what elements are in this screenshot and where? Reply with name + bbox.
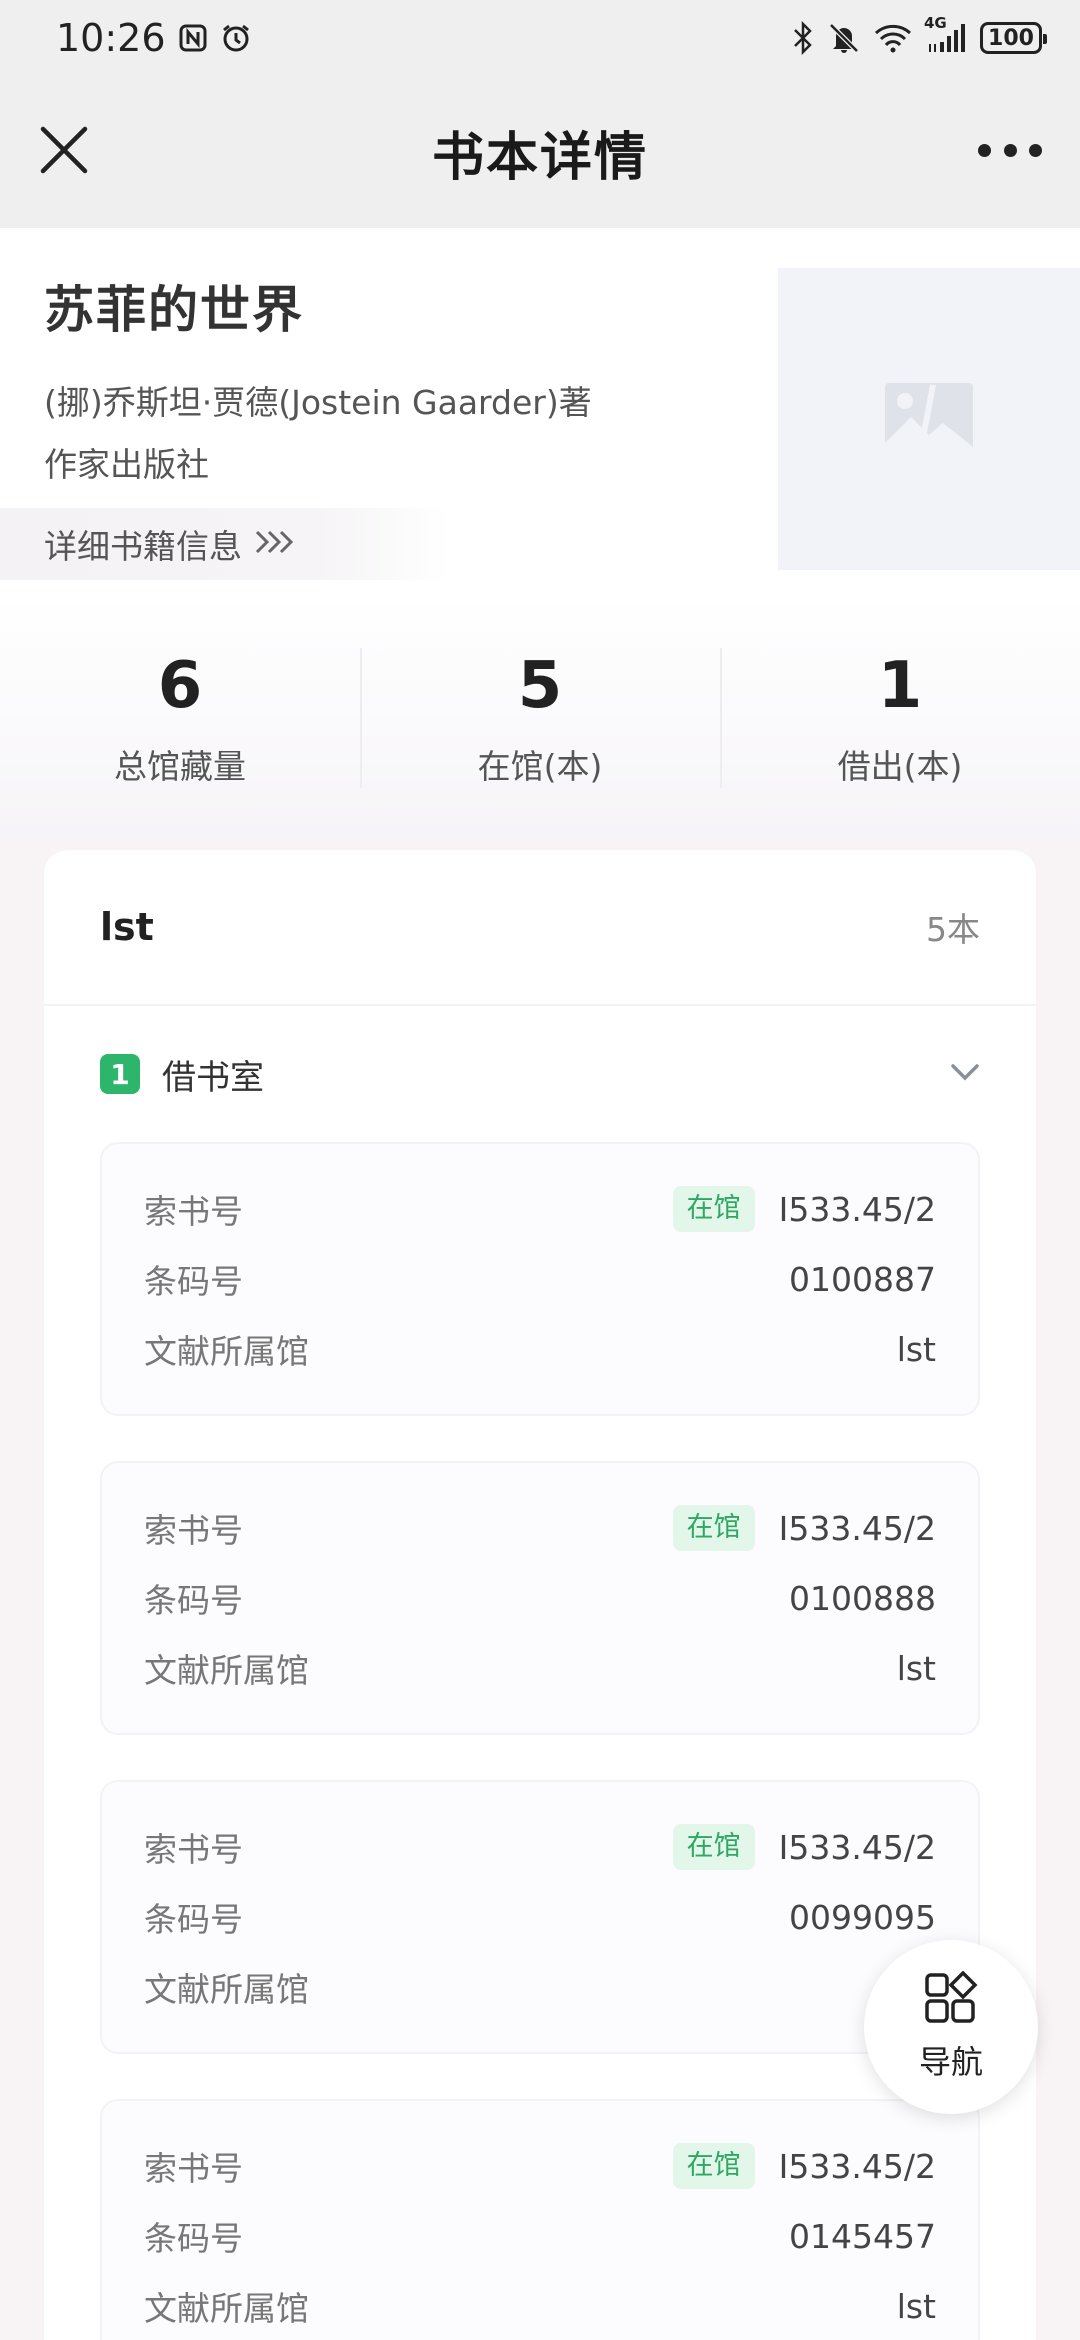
- stat-label: 总馆藏量: [114, 747, 246, 786]
- more-dot: [978, 143, 991, 157]
- copy-card: 索书号 在馆 I533.45/2 条码号 0099095 文献所属馆 lst: [100, 1780, 980, 2054]
- stat-borrowed: 1 借出(本): [720, 598, 1080, 838]
- close-icon[interactable]: [38, 124, 90, 176]
- copy-list: 索书号 在馆 I533.45/2 条码号 0100887 文献所属馆 lst 索…: [44, 1142, 1036, 2340]
- field-label: 文献所属馆: [144, 2289, 309, 2328]
- copy-right: 在馆 I533.45/2: [672, 1186, 936, 1232]
- library-value: lst: [896, 1329, 936, 1369]
- field-label: 索书号: [144, 1192, 243, 1231]
- wifi-icon: [874, 23, 912, 53]
- barcode-value: 0100887: [789, 1259, 936, 1299]
- status-bar: 10:26 4G 100: [0, 0, 1080, 76]
- copy-row-call-number: 索书号 在馆 I533.45/2: [144, 1493, 936, 1563]
- alarm-icon: [220, 22, 252, 54]
- more-icon[interactable]: [978, 138, 1042, 162]
- status-badge: 在馆: [672, 2143, 755, 2189]
- copy-row-call-number: 索书号 在馆 I533.45/2: [144, 2131, 936, 2201]
- copy-row-library: 文献所属馆 lst: [144, 2271, 936, 2340]
- mute-icon: [828, 22, 860, 54]
- copy-card: 索书号 在馆 I533.45/2 条码号 0145457 文献所属馆 lst: [100, 2099, 980, 2340]
- book-cover-placeholder: [778, 268, 1080, 570]
- floating-nav-label: 导航: [918, 2043, 983, 2081]
- field-label: 索书号: [144, 1511, 243, 1550]
- field-label: 文献所属馆: [144, 1332, 309, 1371]
- more-dot: [1003, 143, 1017, 157]
- field-label: 索书号: [144, 2149, 243, 2188]
- bluetooth-icon: [792, 21, 814, 55]
- book-detail-label: 详细书籍信息: [44, 527, 242, 566]
- room-index-badge: 1: [100, 1054, 140, 1094]
- status-badge: 在馆: [672, 1186, 755, 1232]
- field-label: 条码号: [144, 2219, 243, 2258]
- stat-value: 5: [517, 649, 563, 723]
- grid-icon: [923, 1970, 979, 2031]
- signal-icon: 4G: [924, 14, 966, 54]
- floating-nav-button[interactable]: 导航: [864, 1940, 1038, 2114]
- page-title: 书本详情: [431, 127, 648, 188]
- call-number-value: I533.45/2: [778, 2146, 936, 2186]
- copy-right: 在馆 I533.45/2: [672, 1824, 936, 1870]
- field-label: 索书号: [144, 1830, 243, 1869]
- stat-value: 1: [877, 649, 923, 723]
- nav-bar: 书本详情: [0, 76, 1080, 228]
- copy-card: 索书号 在馆 I533.45/2 条码号 0100887 文献所属馆 lst: [100, 1142, 980, 1416]
- library-header: lst 5本: [44, 850, 1036, 1006]
- call-number-value: I533.45/2: [778, 1508, 936, 1548]
- copy-row-call-number: 索书号 在馆 I533.45/2: [144, 1174, 936, 1244]
- room-row[interactable]: 1 借书室: [44, 1006, 1036, 1142]
- field-label: 条码号: [144, 1581, 243, 1620]
- library-value: lst: [896, 1648, 936, 1688]
- library-card: lst 5本 1 借书室 索书号 在馆 I533.45/2 条码号 010088…: [44, 850, 1036, 2340]
- book-author: (挪)乔斯坦·贾德(Jostein Gaarder)著: [44, 383, 592, 422]
- holdings-stats: 6 总馆藏量 5 在馆(本) 1 借出(本): [0, 598, 1080, 838]
- book-title: 苏菲的世界: [44, 281, 304, 339]
- field-label: 条码号: [144, 1262, 243, 1301]
- copy-row-library: 文献所属馆 lst: [144, 1952, 936, 2022]
- library-name: lst: [100, 905, 154, 949]
- library-count: 5本: [926, 910, 980, 949]
- field-label: 文献所属馆: [144, 1970, 309, 2009]
- status-badge: 在馆: [672, 1505, 755, 1551]
- room-name: 借书室: [162, 1057, 264, 1098]
- triple-chevron-right-icon: [254, 529, 298, 559]
- copy-row-barcode: 条码号 0100887: [144, 1244, 936, 1314]
- copy-row-library: 文献所属馆 lst: [144, 1314, 936, 1384]
- copy-row-barcode: 条码号 0099095: [144, 1882, 936, 1952]
- copy-card: 索书号 在馆 I533.45/2 条码号 0100888 文献所属馆 lst: [100, 1461, 980, 1735]
- copy-row-library: 文献所属馆 lst: [144, 1633, 936, 1703]
- room-left: 1 借书室: [100, 1050, 264, 1099]
- image-placeholder-icon: [883, 381, 975, 457]
- call-number-value: I533.45/2: [778, 1189, 936, 1229]
- copy-right: 在馆 I533.45/2: [672, 1505, 936, 1551]
- stat-label: 借出(本): [837, 747, 963, 786]
- status-left: 10:26: [56, 16, 252, 60]
- field-label: 文献所属馆: [144, 1651, 309, 1690]
- book-header: 苏菲的世界 (挪)乔斯坦·贾德(Jostein Gaarder)著 作家出版社 …: [0, 228, 1080, 598]
- book-publisher: 作家出版社: [44, 445, 209, 484]
- copy-row-barcode: 条码号 0100888: [144, 1563, 936, 1633]
- nfc-icon: [178, 23, 208, 53]
- book-detail-link[interactable]: 详细书籍信息: [0, 508, 450, 580]
- barcode-value: 0145457: [789, 2216, 936, 2256]
- status-badge: 在馆: [672, 1824, 755, 1870]
- barcode-value: 0099095: [789, 1897, 936, 1937]
- stat-in-library: 5 在馆(本): [360, 598, 720, 838]
- network-type: 4G: [924, 14, 947, 32]
- copy-row-barcode: 条码号 0145457: [144, 2201, 936, 2271]
- barcode-value: 0100888: [789, 1578, 936, 1618]
- stat-label: 在馆(本): [477, 747, 603, 786]
- copy-right: 在馆 I533.45/2: [672, 2143, 936, 2189]
- call-number-value: I533.45/2: [778, 1827, 936, 1867]
- status-icons: 4G 100: [792, 14, 1047, 55]
- field-label: 条码号: [144, 1900, 243, 1939]
- library-value: lst: [896, 2286, 936, 2326]
- battery-indicator: 100: [980, 22, 1047, 54]
- stat-total: 6 总馆藏量: [0, 598, 360, 838]
- chevron-down-icon[interactable]: [950, 1062, 980, 1086]
- status-time: 10:26: [56, 16, 166, 60]
- copy-row-call-number: 索书号 在馆 I533.45/2: [144, 1812, 936, 1882]
- stat-value: 6: [157, 649, 203, 723]
- more-dot: [1029, 143, 1042, 157]
